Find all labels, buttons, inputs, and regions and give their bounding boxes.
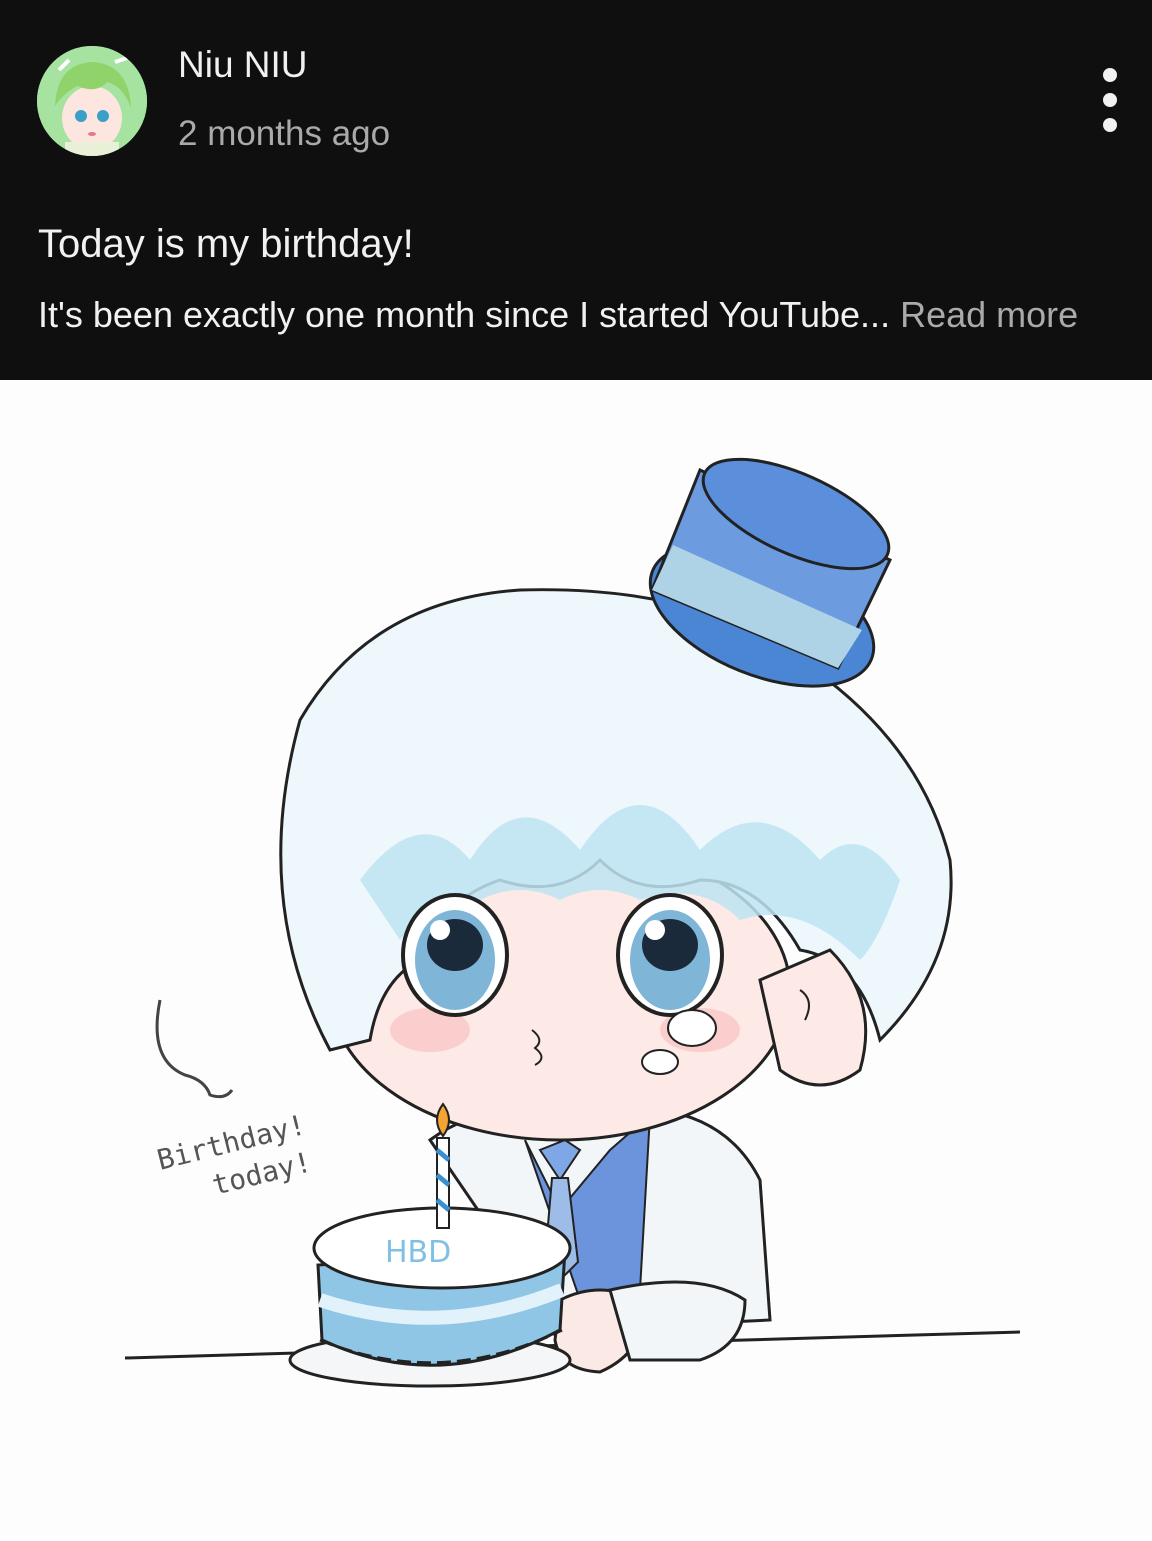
more-dot: [1103, 68, 1117, 82]
birthday-illustration: HBD Birthday! today!: [124, 457, 1021, 1388]
post-excerpt-text: It's been exactly one month since I star…: [38, 294, 891, 335]
avatar-image: [37, 46, 147, 156]
more-dot: [1103, 93, 1117, 107]
read-more-link[interactable]: Read more: [900, 294, 1078, 335]
more-dot: [1103, 118, 1117, 132]
post-title: Today is my birthday!: [38, 222, 414, 266]
post-timestamp: 2 months ago: [178, 114, 391, 153]
more-vert-icon[interactable]: [1090, 68, 1130, 132]
avatar[interactable]: [37, 46, 147, 156]
channel-name[interactable]: Niu NIU: [178, 44, 308, 86]
cake-text: HBD: [385, 1235, 451, 1270]
post-excerpt: It's been exactly one month since I star…: [38, 294, 1078, 336]
post-image[interactable]: HBD Birthday! today!: [0, 380, 1152, 1536]
post-header: Niu NIU 2 months ago Today is my birthda…: [0, 0, 1152, 380]
